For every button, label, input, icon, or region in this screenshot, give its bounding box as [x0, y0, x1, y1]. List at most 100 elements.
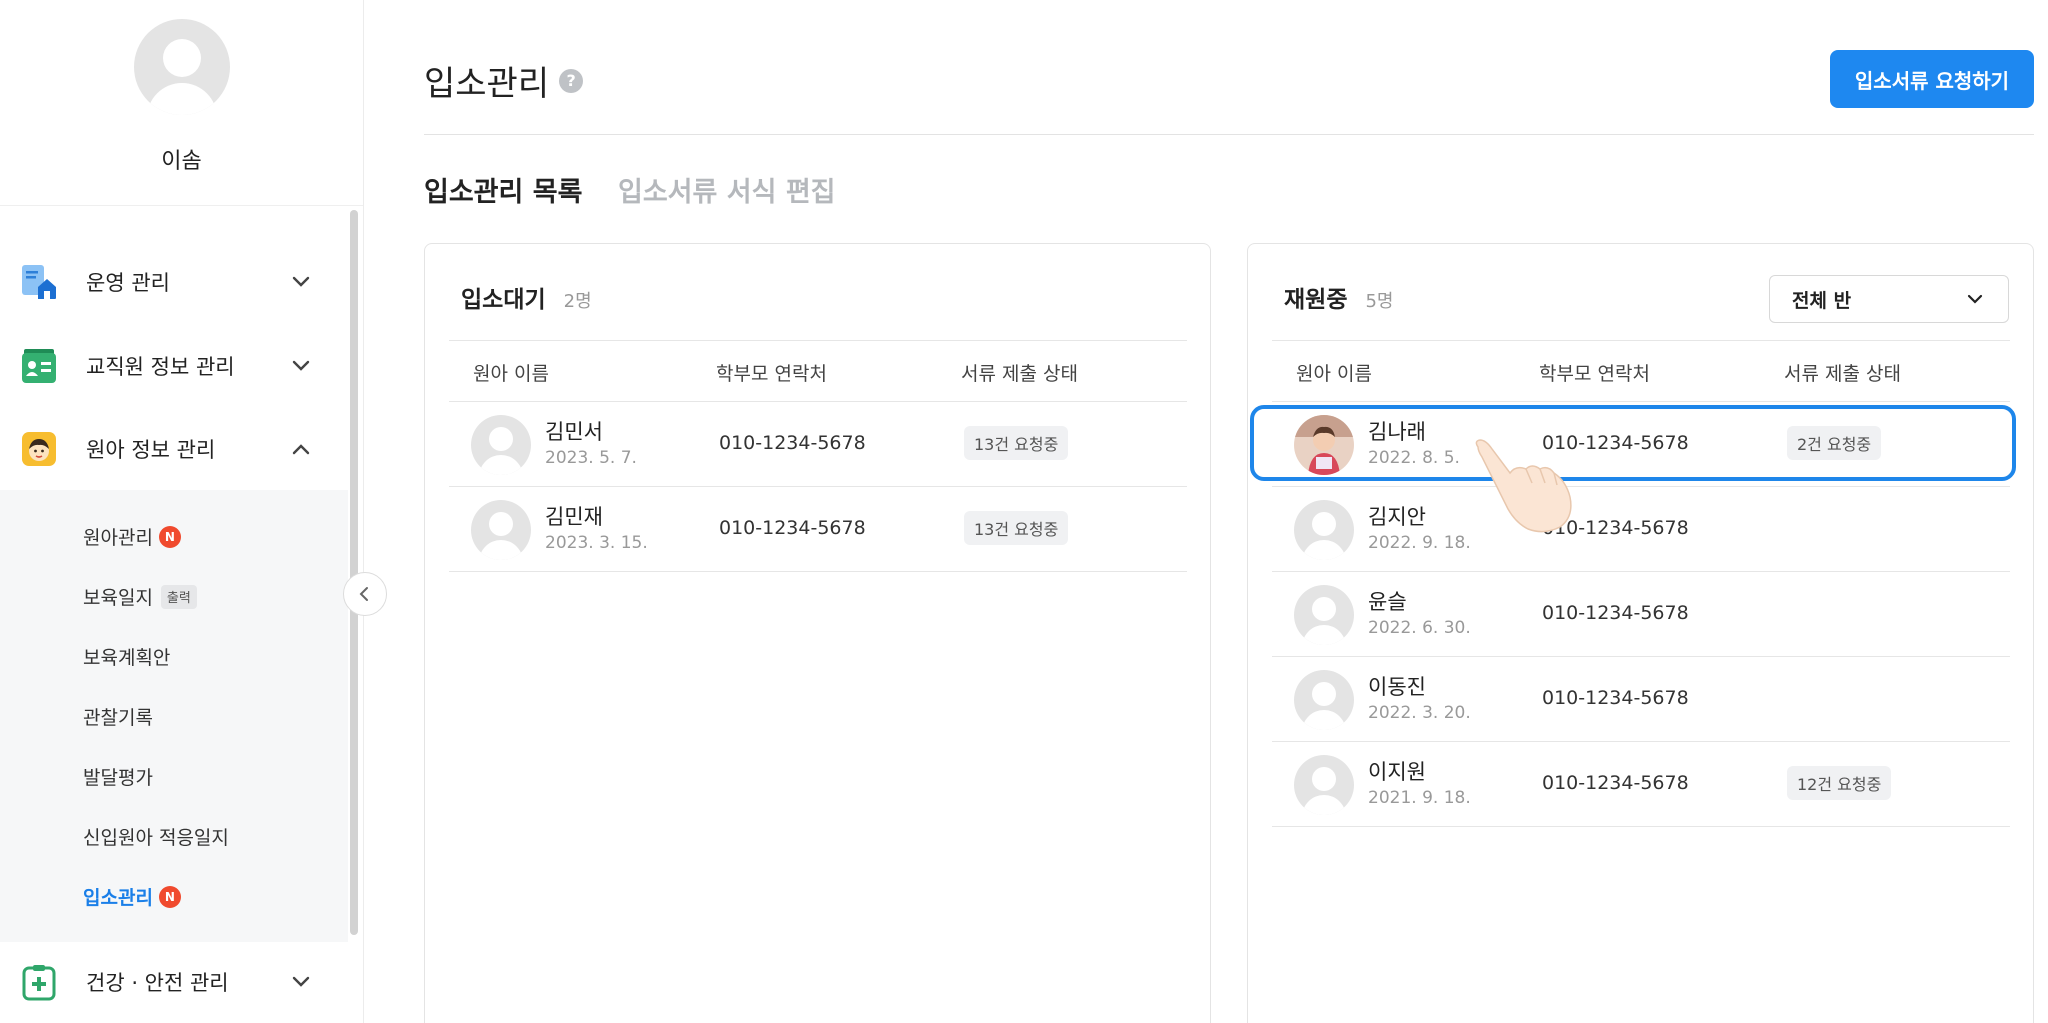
sidebar-item-admission[interactable]: 입소관리 N: [83, 883, 181, 910]
column-phone: 학부모 연락처: [1539, 363, 1650, 385]
child-avatar: [471, 500, 531, 560]
parent-phone: 010-1234-5678: [719, 517, 866, 539]
chevron-down-icon: [1967, 294, 1983, 304]
parent-phone: 010-1234-5678: [1542, 602, 1689, 624]
sidebar-item-adaptation[interactable]: 신입원아 적응일지: [83, 823, 229, 850]
child-date: 2022. 6. 30.: [1368, 618, 1471, 638]
child-name: 김민재: [545, 505, 603, 529]
tab-document-template[interactable]: 입소서류 서식 편집: [618, 170, 836, 209]
table-row[interactable]: 이동진 2022. 3. 20. 010-1234-5678: [1272, 657, 2010, 742]
chevron-up-icon: [292, 444, 310, 455]
sidebar: 이솜 운영 관리 교직원 정보 관리 원아 정보 관리 원아관리 N 보육일지 …: [0, 0, 364, 1023]
sidebar-item-label: 신입원아 적응일지: [83, 827, 229, 849]
table-row[interactable]: 김지안 2022. 9. 18. 010-1234-5678: [1272, 487, 2010, 572]
id-card-icon: [22, 349, 56, 383]
table-header: 원아 이름 학부모 연락처 서류 제출 상태: [449, 340, 1187, 402]
waiting-panel: 입소대기 2명 원아 이름 학부모 연락처 서류 제출 상태 김민서 2023.…: [424, 243, 1211, 1023]
sidebar-item-care-plan[interactable]: 보육계획안: [83, 643, 170, 670]
child-avatar: [1294, 585, 1354, 645]
child-photo: [1294, 415, 1354, 475]
child-date: 2023. 5. 7.: [545, 448, 637, 468]
header-divider: [424, 134, 2034, 135]
child-date: 2023. 3. 15.: [545, 533, 648, 553]
document-house-icon: [22, 265, 56, 299]
profile-avatar[interactable]: [133, 19, 230, 115]
table-row[interactable]: 윤슬 2022. 6. 30. 010-1234-5678: [1272, 572, 2010, 657]
page-title-text: 입소관리: [424, 64, 550, 104]
parent-phone: 010-1234-5678: [719, 432, 866, 454]
sidebar-group-children[interactable]: 원아 정보 관리: [0, 407, 348, 491]
child-avatar: [1294, 755, 1354, 815]
panel-title-text: 재원중: [1284, 287, 1348, 313]
panel-title: 입소대기 2명: [461, 280, 592, 314]
sidebar-submenu: 원아관리 N 보육일지 출력 보육계획안 관찰기록 발달평가 신입원아 적응일지…: [0, 490, 348, 942]
chevron-left-icon: [359, 587, 368, 601]
sidebar-group-label: 교직원 정보 관리: [86, 355, 235, 379]
parent-phone: 010-1234-5678: [1542, 687, 1689, 709]
child-date: 2022. 3. 20.: [1368, 703, 1471, 723]
sidebar-item-observation[interactable]: 관찰기록: [83, 703, 153, 730]
child-avatar: [1294, 670, 1354, 730]
chevron-down-icon: [292, 976, 310, 987]
sidebar-group-operations[interactable]: 운영 관리: [0, 240, 348, 324]
child-name: 윤슬: [1368, 590, 1407, 614]
class-filter-select[interactable]: 전체 반: [1769, 275, 2009, 323]
panel-count: 2명: [563, 291, 592, 312]
sidebar-item-development[interactable]: 발달평가: [83, 763, 153, 790]
sidebar-group-label: 건강 · 안전 관리: [86, 971, 229, 995]
column-phone: 학부모 연락처: [716, 363, 827, 385]
status-badge: 13건 요청중: [964, 426, 1069, 460]
new-badge: N: [158, 885, 181, 908]
page-title: 입소관리 ?: [424, 56, 584, 105]
child-name: 김민서: [545, 420, 603, 444]
sidebar-item-label: 보육일지: [83, 587, 153, 609]
print-tag[interactable]: 출력: [160, 584, 197, 609]
request-documents-button[interactable]: 입소서류 요청하기: [1830, 50, 2034, 108]
sidebar-item-label: 입소관리: [83, 887, 153, 909]
medical-clipboard-icon: [22, 965, 56, 1001]
child-face-icon: [22, 432, 56, 466]
sidebar-collapse-button[interactable]: [343, 572, 387, 616]
status-badge: 2건 요청중: [1787, 426, 1882, 460]
child-name: 김나래: [1368, 420, 1426, 444]
child-name: 김지안: [1368, 505, 1426, 529]
sidebar-group-label: 운영 관리: [86, 271, 170, 295]
panel-count: 5명: [1365, 291, 1394, 312]
sidebar-item-label: 원아관리: [83, 527, 153, 549]
waiting-table: 원아 이름 학부모 연락처 서류 제출 상태 김민서 2023. 5. 7. 0…: [449, 340, 1187, 572]
table-row[interactable]: 김나래 2022. 8. 5. 010-1234-5678 2건 요청중: [1272, 402, 2010, 487]
sidebar-group-label: 원아 정보 관리: [86, 438, 216, 462]
child-date: 2022. 9. 18.: [1368, 533, 1471, 553]
table-row[interactable]: 김민서 2023. 5. 7. 010-1234-5678 13건 요청중: [449, 402, 1187, 487]
status-badge: 13건 요청중: [964, 511, 1069, 545]
help-icon[interactable]: ?: [559, 68, 584, 93]
new-badge: N: [158, 525, 181, 548]
column-status: 서류 제출 상태: [961, 363, 1078, 385]
table-header: 원아 이름 학부모 연락처 서류 제출 상태: [1272, 340, 2010, 402]
table-row[interactable]: 김민재 2023. 3. 15. 010-1234-5678 13건 요청중: [449, 487, 1187, 572]
child-avatar: [471, 415, 531, 475]
enrolled-panel: 재원중 5명 전체 반 원아 이름 학부모 연락처 서류 제출 상태 김나래 2…: [1247, 243, 2034, 1023]
chevron-down-icon: [292, 276, 310, 287]
panel-title-text: 입소대기: [461, 287, 546, 313]
sidebar-group-staff[interactable]: 교직원 정보 관리: [0, 324, 348, 408]
sidebar-item-child-management[interactable]: 원아관리 N: [83, 523, 181, 550]
child-date: 2021. 9. 18.: [1368, 788, 1471, 808]
enrolled-table: 원아 이름 학부모 연락처 서류 제출 상태 김나래 2022. 8. 5. 0…: [1272, 340, 2010, 827]
sidebar-group-health-safety[interactable]: 건강 · 안전 관리: [0, 940, 348, 1023]
sidebar-item-label: 발달평가: [83, 767, 153, 789]
sidebar-item-care-journal[interactable]: 보육일지 출력: [83, 583, 197, 610]
child-name: 이지원: [1368, 760, 1426, 784]
column-status: 서류 제출 상태: [1784, 363, 1901, 385]
column-name: 원아 이름: [1296, 363, 1372, 385]
parent-phone: 010-1234-5678: [1542, 772, 1689, 794]
panel-title: 재원중 5명: [1284, 280, 1394, 314]
child-name: 이동진: [1368, 675, 1426, 699]
sidebar-item-label: 보육계획안: [83, 647, 171, 669]
table-row[interactable]: 이지원 2021. 9. 18. 010-1234-5678 12건 요청중: [1272, 742, 2010, 827]
status-badge: 12건 요청중: [1787, 766, 1892, 800]
child-date: 2022. 8. 5.: [1368, 448, 1460, 468]
class-filter-value: 전체 반: [1792, 289, 1852, 312]
tab-admission-list[interactable]: 입소관리 목록: [424, 170, 582, 209]
pointer-hand-icon: [1475, 439, 1572, 533]
